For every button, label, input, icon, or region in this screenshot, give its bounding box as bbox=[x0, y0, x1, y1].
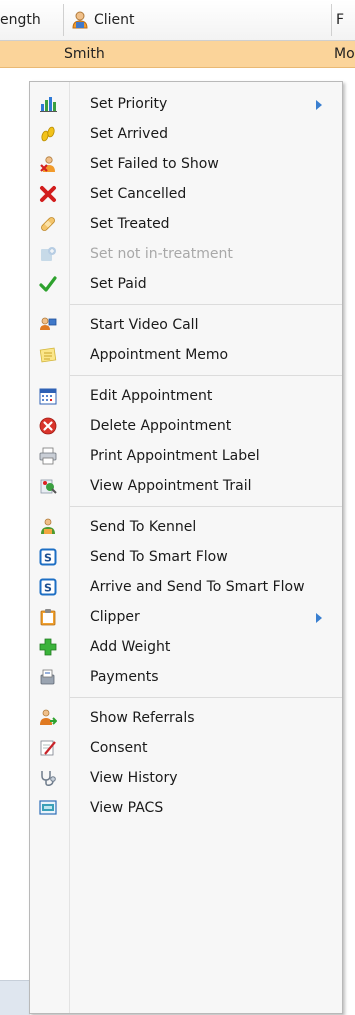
column-header-client[interactable]: Client bbox=[70, 0, 135, 40]
trail-icon bbox=[39, 477, 57, 495]
consent-icon bbox=[39, 739, 57, 757]
calendar-icon bbox=[39, 387, 57, 405]
column-header-length[interactable]: ength bbox=[0, 0, 58, 40]
menu-item-send-to-smart-flow[interactable]: S Send To Smart Flow bbox=[30, 542, 342, 572]
footprints-icon bbox=[39, 125, 57, 143]
menu-item-view-appointment-trail[interactable]: View Appointment Trail bbox=[30, 471, 342, 501]
menu-item-set-failed-to-show[interactable]: Set Failed to Show bbox=[30, 149, 342, 179]
table-row[interactable]: Smith Mo bbox=[0, 41, 355, 68]
red-x-icon bbox=[39, 185, 57, 203]
smart-flow-icon: S bbox=[39, 548, 57, 566]
menu-item-label: Clipper bbox=[90, 609, 140, 625]
bar-chart-icon bbox=[39, 95, 57, 113]
background-panel bbox=[0, 980, 30, 1015]
treatment-icon bbox=[39, 245, 57, 263]
checkmark-icon bbox=[39, 275, 57, 293]
menu-item-label: Send To Smart Flow bbox=[90, 549, 228, 565]
pacs-icon bbox=[39, 799, 57, 817]
menu-item-send-to-kennel[interactable]: Send To Kennel bbox=[30, 512, 342, 542]
menu-separator bbox=[70, 304, 342, 305]
svg-text:S: S bbox=[44, 582, 52, 595]
menu-item-label: Payments bbox=[90, 669, 159, 685]
menu-separator bbox=[70, 375, 342, 376]
menu-item-label: Arrive and Send To Smart Flow bbox=[90, 579, 305, 595]
delete-icon bbox=[39, 417, 57, 435]
menu-item-label: Add Weight bbox=[90, 639, 171, 655]
menu-item-set-not-in-treatment[interactable]: Set not in-treatment bbox=[30, 239, 342, 269]
menu-item-print-appointment-label[interactable]: Print Appointment Label bbox=[30, 441, 342, 471]
menu-item-label: Set Failed to Show bbox=[90, 156, 219, 172]
menu-item-view-pacs[interactable]: View PACS bbox=[30, 793, 342, 823]
submenu-arrow-icon bbox=[316, 100, 322, 110]
menu-item-set-treated[interactable]: Set Treated bbox=[30, 209, 342, 239]
menu-item-label: Appointment Memo bbox=[90, 347, 229, 363]
column-header-next[interactable]: F bbox=[336, 0, 344, 40]
menu-item-add-weight[interactable]: Add Weight bbox=[30, 632, 342, 662]
menu-item-label: Show Referrals bbox=[90, 710, 195, 726]
menu-item-label: Set Treated bbox=[90, 216, 170, 232]
menu-item-set-cancelled[interactable]: Set Cancelled bbox=[30, 179, 342, 209]
cell-next-text: Mo bbox=[334, 46, 355, 62]
column-header-length-label: ength bbox=[0, 12, 41, 28]
menu-item-edit-appointment[interactable]: Edit Appointment bbox=[30, 381, 342, 411]
menu-item-set-arrived[interactable]: Set Arrived bbox=[30, 119, 342, 149]
menu-item-consent[interactable]: Consent bbox=[30, 733, 342, 763]
menu-item-label: Set Cancelled bbox=[90, 186, 187, 202]
menu-item-label: View Appointment Trail bbox=[90, 478, 252, 494]
client-icon bbox=[70, 10, 90, 30]
menu-item-show-referrals[interactable]: Show Referrals bbox=[30, 703, 342, 733]
column-header-client-label: Client bbox=[94, 12, 135, 28]
menu-item-label: Delete Appointment bbox=[90, 418, 232, 434]
menu-item-delete-appointment[interactable]: Delete Appointment bbox=[30, 411, 342, 441]
payments-icon bbox=[39, 668, 57, 686]
plus-icon bbox=[39, 638, 57, 656]
menu-item-label: Start Video Call bbox=[90, 317, 199, 333]
menu-item-label: Consent bbox=[90, 740, 148, 756]
menu-item-view-history[interactable]: View History bbox=[30, 763, 342, 793]
svg-text:S: S bbox=[44, 552, 52, 565]
menu-item-label: View History bbox=[90, 770, 178, 786]
menu-item-label: Set Paid bbox=[90, 276, 147, 292]
clipboard-icon bbox=[39, 608, 57, 626]
column-header-next-label: F bbox=[336, 12, 345, 28]
menu-item-start-video-call[interactable]: Start Video Call bbox=[30, 310, 342, 340]
menu-item-set-priority[interactable]: Set Priority bbox=[30, 89, 342, 119]
menu-item-label: View PACS bbox=[90, 800, 164, 816]
menu-item-arrive-and-send-to-smart-flow[interactable]: S Arrive and Send To Smart Flow bbox=[30, 572, 342, 602]
menu-item-label: Send To Kennel bbox=[90, 519, 197, 535]
menu-item-set-paid[interactable]: Set Paid bbox=[30, 269, 342, 299]
menu-item-label: Set Priority bbox=[90, 96, 168, 112]
cell-client: Smith bbox=[64, 41, 105, 67]
video-call-icon bbox=[39, 316, 57, 334]
printer-icon bbox=[39, 447, 57, 465]
menu-item-label: Set Arrived bbox=[90, 126, 168, 142]
menu-item-label: Edit Appointment bbox=[90, 388, 213, 404]
cell-client-text: Smith bbox=[64, 46, 105, 62]
person-cross-icon bbox=[39, 155, 57, 173]
kennel-icon bbox=[39, 518, 57, 536]
menu-item-label: Print Appointment Label bbox=[90, 448, 260, 464]
referrals-icon bbox=[39, 709, 57, 727]
smart-flow-icon: S bbox=[39, 578, 57, 596]
menu-item-label: Set not in-treatment bbox=[90, 246, 233, 262]
grid-header: ength Client F bbox=[0, 0, 355, 41]
submenu-arrow-icon bbox=[316, 613, 322, 623]
menu-item-payments[interactable]: Payments bbox=[30, 662, 342, 692]
menu-separator bbox=[70, 697, 342, 698]
menu-separator bbox=[70, 506, 342, 507]
column-divider[interactable] bbox=[331, 4, 332, 36]
context-menu: Set Priority Set Arrived Set Failed to Sho… bbox=[29, 81, 343, 1014]
cell-next: Mo bbox=[334, 41, 355, 67]
menu-item-clipper[interactable]: Clipper bbox=[30, 602, 342, 632]
bandage-icon bbox=[39, 215, 57, 233]
column-divider[interactable] bbox=[63, 4, 64, 36]
memo-icon bbox=[39, 346, 57, 364]
menu-item-appointment-memo[interactable]: Appointment Memo bbox=[30, 340, 342, 370]
stethoscope-icon bbox=[39, 769, 57, 787]
